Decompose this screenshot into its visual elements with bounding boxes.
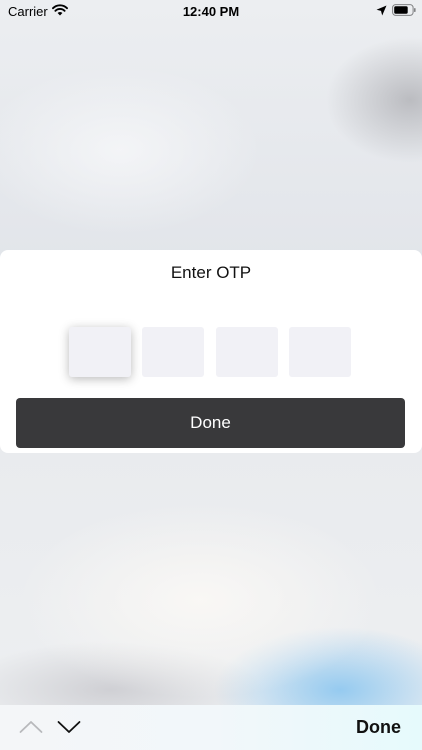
location-arrow-icon — [376, 5, 387, 16]
battery-icon — [392, 4, 416, 16]
otp-title: Enter OTP — [170, 263, 252, 282]
chevron-up-icon[interactable] — [19, 719, 43, 735]
otp-dialog: Enter OTP Done — [0, 250, 422, 453]
otp-digit-4-input[interactable] — [289, 327, 355, 379]
status-bar: Carrier 12:40 PM — [0, 0, 422, 22]
keyboard-accessory-toolbar: Done — [0, 705, 422, 750]
keyboard-done-button[interactable]: Done — [356, 717, 401, 738]
otp-digit-4-box[interactable] — [289, 327, 355, 379]
otp-digit-1-box[interactable] — [69, 327, 135, 379]
otp-digit-2-box[interactable] — [142, 327, 208, 379]
otp-digit-2-input[interactable] — [142, 327, 208, 379]
chevron-down-icon[interactable] — [57, 719, 81, 735]
done-button[interactable]: Done — [16, 398, 405, 448]
otp-digit-3-input[interactable] — [216, 327, 282, 379]
done-button-label: Done — [190, 413, 231, 432]
otp-digit-1-input[interactable] — [69, 327, 135, 379]
clock: 12:40 PM — [182, 4, 240, 19]
otp-digit-3-box[interactable] — [216, 327, 282, 379]
